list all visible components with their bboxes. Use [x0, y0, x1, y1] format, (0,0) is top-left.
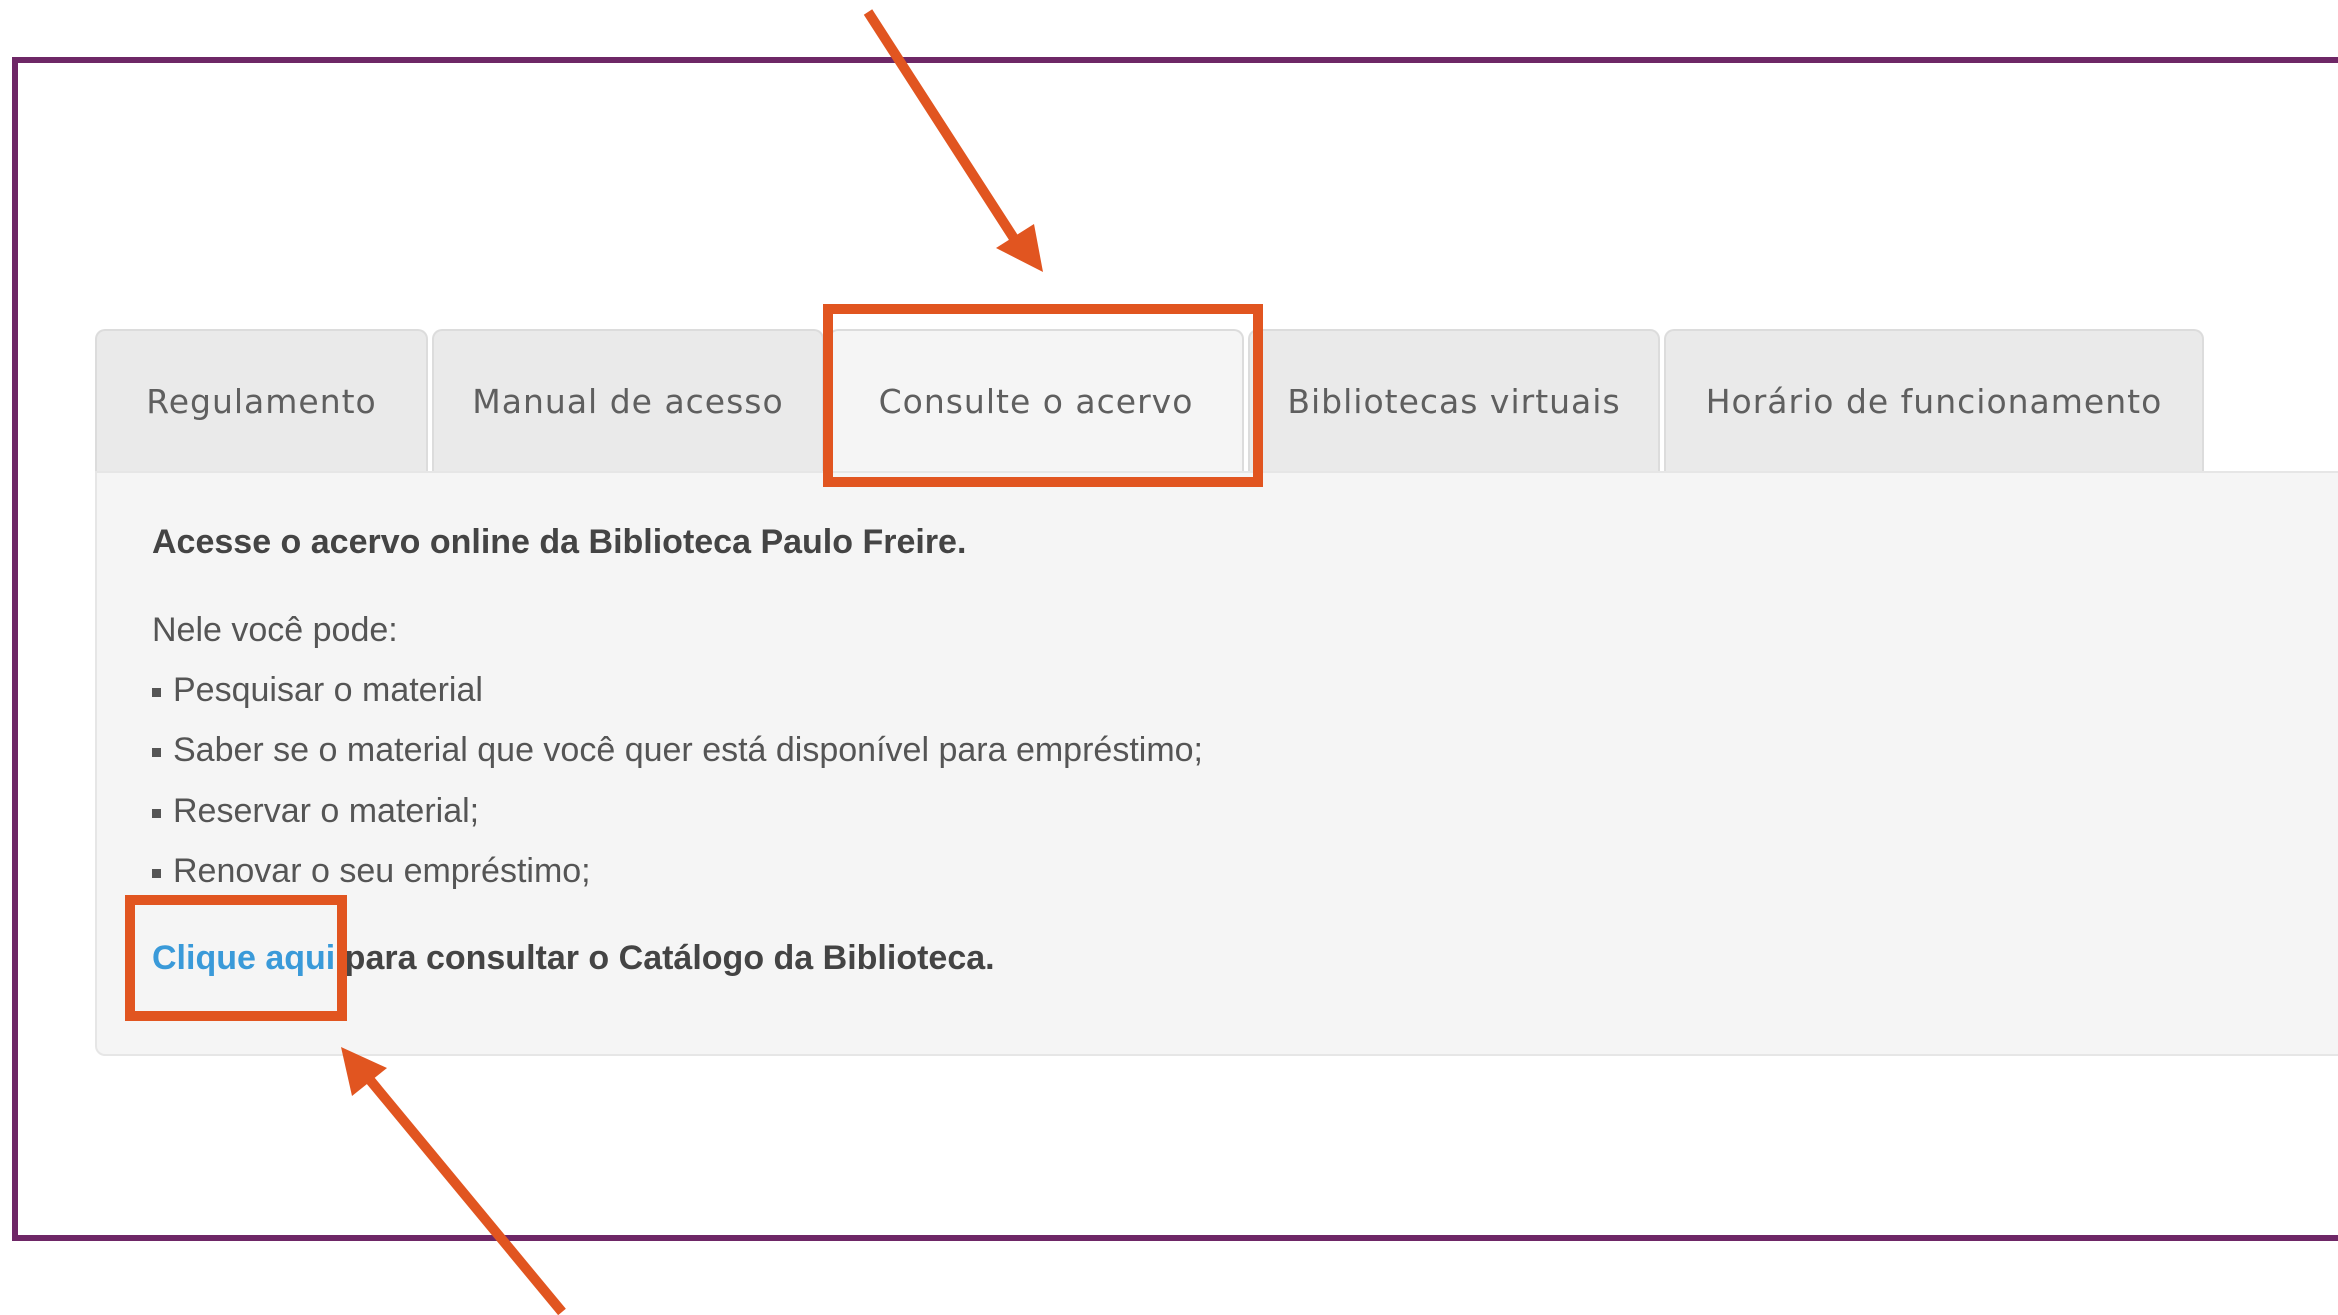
- arrow-up-icon: [341, 1047, 566, 1315]
- arrow-down-icon: [863, 9, 1043, 272]
- annotation-arrows: [341, 9, 1043, 1315]
